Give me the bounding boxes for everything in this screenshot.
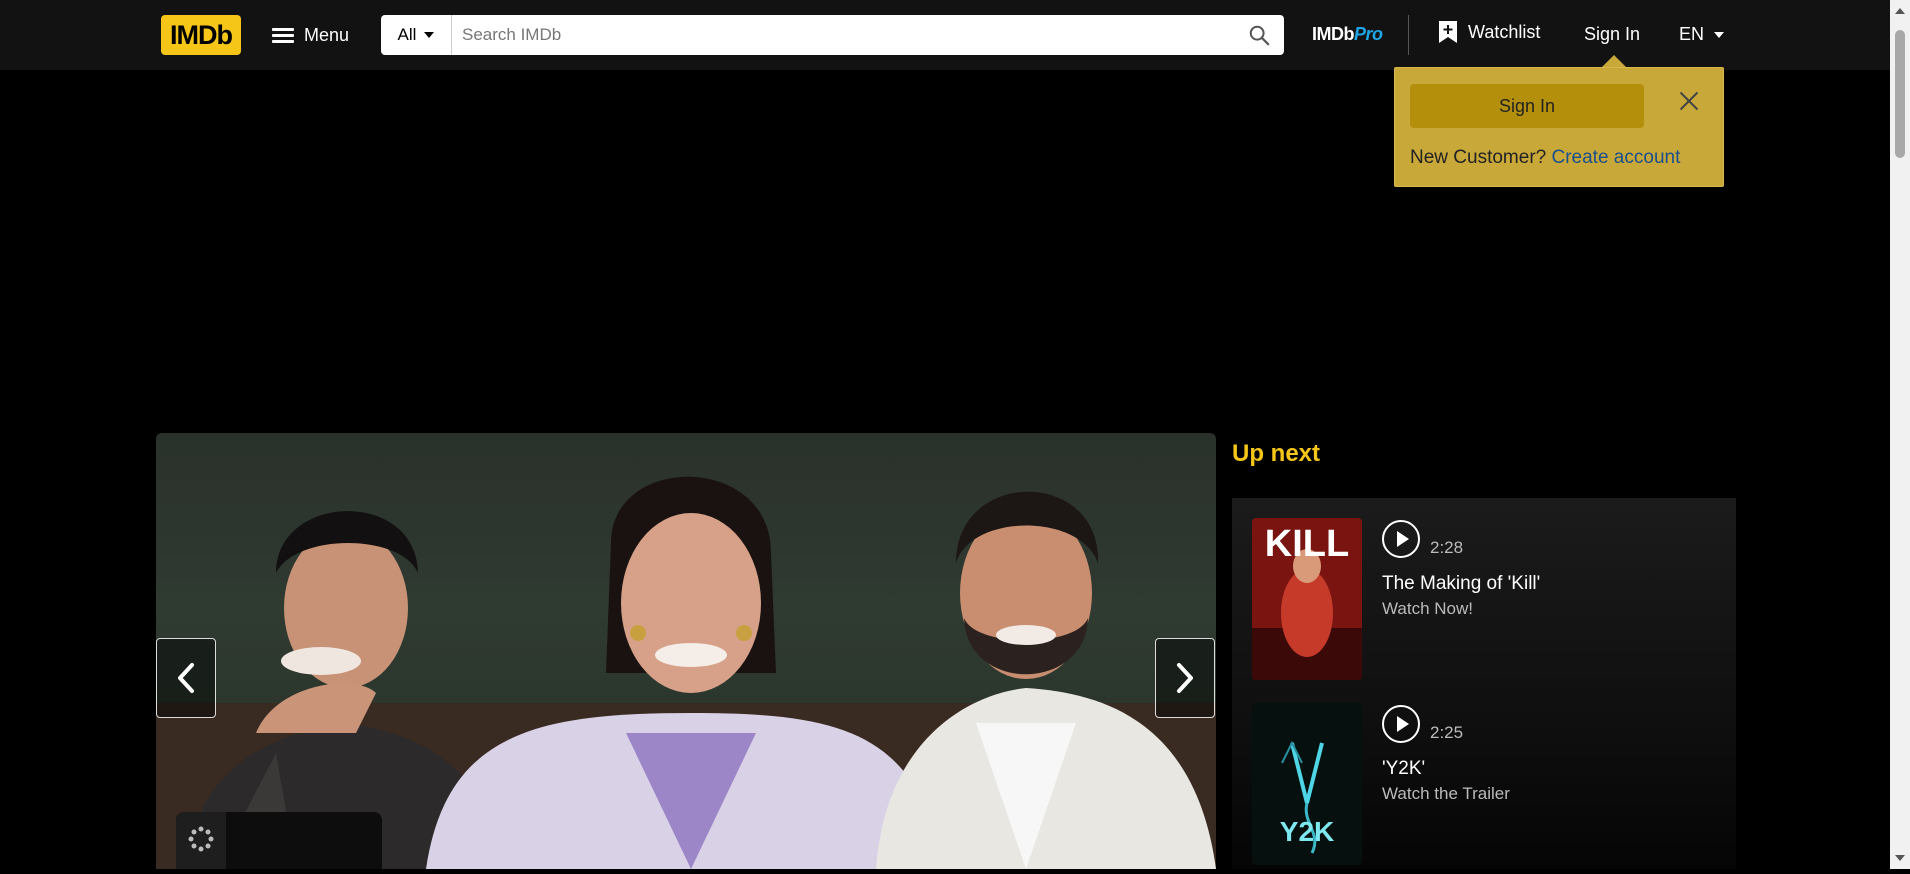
new-customer-prompt: New Customer?	[1410, 147, 1547, 168]
poster-y2k[interactable]: Y2K	[1252, 703, 1362, 865]
language-label: EN	[1679, 24, 1705, 44]
imdbpro-link[interactable]: IMDbPro	[1312, 24, 1383, 45]
search-bar: All	[381, 15, 1284, 55]
watchlist-button[interactable]: Watchlist	[1438, 20, 1540, 44]
loader-side	[176, 812, 226, 869]
search-category-label: All	[397, 25, 417, 44]
scroll-up-arrow[interactable]	[1895, 8, 1905, 14]
up-next-heading: Up next	[1232, 440, 1321, 467]
search-category-dropdown[interactable]: All	[381, 15, 452, 55]
video-duration: 2:28	[1430, 538, 1464, 557]
watchlist-plus-icon	[1439, 21, 1457, 43]
up-next-panel: KILL 2:28 The Making of 'Kill' Watch Now…	[1232, 498, 1736, 869]
video-subtitle: Watch the Trailer	[1382, 784, 1510, 803]
menu-label: Menu	[304, 24, 350, 45]
scroll-down-arrow[interactable]	[1895, 855, 1905, 861]
imdbpro-right: Pro	[1354, 24, 1383, 44]
video-title[interactable]: 'Y2K'	[1382, 758, 1425, 780]
page-scrollbar[interactable]	[1890, 0, 1910, 869]
signin-link[interactable]: Sign In	[1584, 24, 1640, 45]
video-subtitle: Watch Now!	[1382, 599, 1474, 618]
video-title[interactable]: The Making of 'Kill'	[1382, 573, 1540, 595]
loading-spinner-icon	[188, 826, 214, 852]
poster-image: KILL	[1252, 518, 1362, 680]
close-icon[interactable]	[1678, 90, 1700, 112]
chevron-right-icon	[1177, 663, 1193, 693]
nav-divider	[1408, 15, 1409, 55]
new-customer-text: New Customer? Create account	[1410, 147, 1680, 169]
popover-signin-button[interactable]: Sign In	[1410, 84, 1644, 128]
play-icon	[1396, 716, 1409, 732]
chevron-down-icon	[424, 32, 435, 38]
signin-popover: Sign In New Customer? Create account	[1394, 67, 1724, 187]
create-account-link[interactable]: Create account	[1552, 147, 1681, 168]
popover-arrow	[1602, 55, 1626, 67]
search-icon	[1249, 25, 1270, 46]
language-selector[interactable]: EN	[1679, 24, 1725, 45]
chevron-left-icon	[178, 663, 194, 693]
imdbpro-left: IMDb	[1312, 24, 1355, 44]
video-duration: 2:25	[1430, 723, 1464, 742]
imdb-logo[interactable]: IMDb	[161, 15, 241, 55]
poster-title-text: KILL	[1265, 523, 1349, 565]
poster-title-text: Y2K	[1280, 816, 1334, 847]
play-icon	[1396, 531, 1409, 547]
chevron-down-icon	[1714, 31, 1725, 38]
up-next-item[interactable]: Y2K 2:25 'Y2K' Watch the Trailer	[1252, 703, 1722, 873]
watchlist-label: Watchlist	[1468, 21, 1541, 42]
hero-video[interactable]	[156, 433, 1216, 869]
play-button[interactable]	[1382, 520, 1420, 558]
hero-prev-button[interactable]	[156, 638, 216, 718]
poster-kill[interactable]: KILL	[1252, 518, 1362, 680]
search-input[interactable]	[452, 15, 1234, 55]
play-button[interactable]	[1382, 705, 1420, 743]
scrollbar-thumb[interactable]	[1895, 30, 1905, 158]
search-submit-button[interactable]	[1234, 15, 1284, 55]
up-next-item[interactable]: KILL 2:28 The Making of 'Kill' Watch Now…	[1252, 518, 1722, 688]
menu-button[interactable]: Menu	[270, 18, 349, 52]
hamburger-icon	[270, 26, 296, 44]
hero-image	[156, 476, 1216, 869]
poster-image: Y2K	[1252, 703, 1362, 865]
hero-next-button[interactable]	[1155, 638, 1215, 718]
